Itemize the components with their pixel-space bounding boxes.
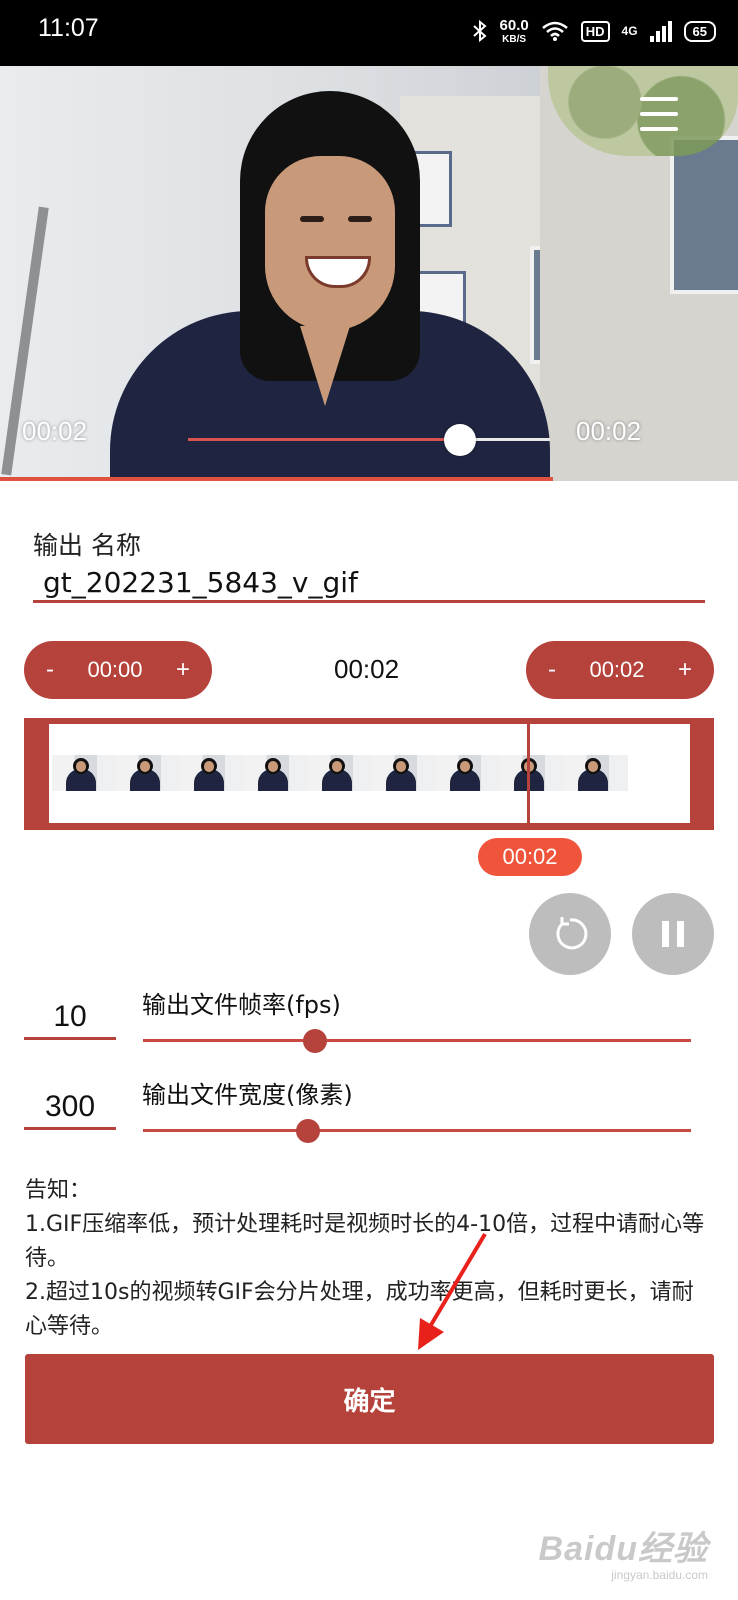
- start-plus-button[interactable]: +: [176, 656, 190, 684]
- hd-icon: HD: [580, 20, 610, 42]
- cursor-time-badge: 00:02: [478, 838, 582, 876]
- start-minus-button[interactable]: -: [46, 656, 54, 684]
- start-time-stepper: - 00:00 +: [24, 641, 212, 699]
- fps-slider-thumb[interactable]: [303, 1029, 327, 1053]
- video-progress-bar: [0, 477, 553, 481]
- player-current-time: 00:02: [22, 416, 88, 446]
- person-face: [265, 156, 395, 331]
- end-minus-button[interactable]: -: [548, 656, 556, 684]
- watermark-url: jingyan.baidu.com: [611, 1568, 708, 1582]
- pause-icon: [662, 921, 684, 947]
- fps-label: 输出文件帧率(fps): [142, 991, 341, 1019]
- network-type: 4G: [621, 24, 638, 38]
- output-name-label: 输出 名称: [33, 531, 141, 560]
- baidu-watermark: Baidu经验 jingyan.baidu.com: [539, 1521, 708, 1582]
- notice-line: 1.GIF压缩率低，预计处理耗时是视频时长的4-10倍，过程中请耐心等待。: [25, 1212, 705, 1271]
- filmstrip-thumbnail: [308, 755, 372, 791]
- pause-button[interactable]: [632, 893, 714, 975]
- width-input[interactable]: [24, 1086, 116, 1130]
- filmstrip-thumbnail: [52, 755, 116, 791]
- status-time: 11:07: [38, 14, 99, 42]
- filmstrip-thumbnail: [564, 755, 628, 791]
- seek-progress: [188, 438, 460, 441]
- network-speed: 60.0 KB/S: [500, 18, 529, 45]
- replay-button[interactable]: [529, 893, 611, 975]
- fps-input[interactable]: [24, 996, 116, 1040]
- end-plus-button[interactable]: +: [678, 656, 692, 684]
- clip-duration: 00:02: [334, 654, 400, 684]
- filmstrip-thumbnail: [500, 755, 564, 791]
- filmstrip-thumbnail: [372, 755, 436, 791]
- status-bar: 11:07 60.0 KB/S HD 4G 65: [0, 0, 738, 66]
- width-slider-track[interactable]: [143, 1129, 691, 1132]
- end-time-value: 00:02: [589, 657, 645, 682]
- person-eye: [300, 216, 324, 222]
- seek-thumb[interactable]: [444, 424, 476, 456]
- signal-icon: [649, 20, 672, 42]
- battery-icon: 65: [683, 20, 716, 42]
- player-total-time: 00:02: [576, 416, 642, 446]
- status-icons: 60.0 KB/S HD 4G 65: [472, 14, 716, 48]
- filmstrip-thumbnail: [436, 755, 500, 791]
- network-speed-value: 60.0: [499, 16, 529, 34]
- confirm-button[interactable]: 确定: [25, 1354, 714, 1444]
- bluetooth-icon: [472, 19, 487, 43]
- person-eye: [348, 216, 372, 222]
- width-slider-thumb[interactable]: [296, 1119, 320, 1143]
- output-name-input[interactable]: [33, 565, 705, 603]
- notice-line: 2.超过10s的视频转GIF会分片处理，成功率更高，但耗时更长，请耐心等待。: [25, 1280, 694, 1339]
- width-label: 输出文件宽度(像素): [142, 1081, 353, 1109]
- start-time-value: 00:00: [87, 657, 143, 682]
- replay-icon: [556, 917, 588, 950]
- wifi-icon: [541, 21, 568, 41]
- red-arrow-annotation: [418, 1232, 487, 1350]
- menu-icon[interactable]: [640, 97, 678, 131]
- notice-title: 告知：: [25, 1178, 92, 1203]
- filmstrip-cursor[interactable]: [527, 722, 530, 825]
- watermark-logo: Baidu经验: [538, 1530, 708, 1568]
- filmstrip-thumbnail: [116, 755, 180, 791]
- filmstrip-thumbnails: [52, 755, 628, 791]
- end-time-stepper: - 00:02 +: [526, 641, 714, 699]
- filmstrip-thumbnail: [180, 755, 244, 791]
- building-window: [670, 136, 738, 294]
- network-speed-unit: KB/S: [502, 33, 527, 45]
- notice: 告知： 1.GIF压缩率低，预计处理耗时是视频时长的4-10倍，过程中请耐心等待…: [25, 1174, 715, 1344]
- fps-slider-track[interactable]: [143, 1039, 691, 1042]
- filmstrip-thumbnail: [244, 755, 308, 791]
